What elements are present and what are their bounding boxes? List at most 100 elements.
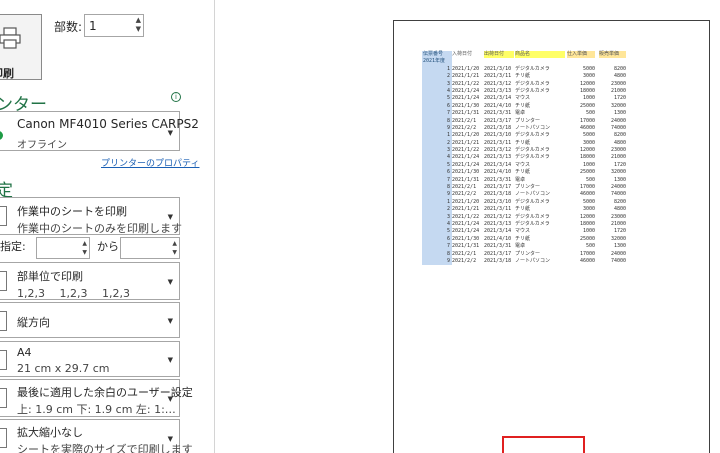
table-cell: 500: [585, 176, 595, 183]
table-cell: 2021/3/13: [484, 87, 512, 94]
table-cell: 2021/1/20: [452, 132, 480, 139]
table-row: 8 2021/2/1 2021/3/17 プリンター 17000 24000: [422, 184, 627, 192]
table-cell: 9: [422, 191, 452, 199]
table-row: 7 2021/1/31 2021/3/31 電卓 500 1300: [422, 110, 627, 118]
table-cell: 2021/1/24: [452, 87, 480, 94]
table-cell: 5: [422, 228, 452, 236]
table-cell: 2021/1/20: [452, 198, 480, 205]
info-icon[interactable]: i: [171, 92, 181, 102]
table-cell: 74000: [610, 257, 626, 264]
paper-size-dropdown[interactable]: A4 21 cm x 29.7 cm ▼: [0, 341, 180, 377]
print-scope-desc: 作業中のシートのみを印刷します: [17, 222, 182, 235]
table-cell: 2021/3/11: [484, 73, 512, 80]
table-cell: 74000: [610, 124, 626, 131]
table-cell: 2021/1/30: [452, 235, 480, 242]
table-row: 1 2021/1/20 2021/3/10 デジタルカメラ 5000 8200: [422, 132, 627, 140]
table-cell: 5: [422, 95, 452, 103]
table-row: 4 2021/1/24 2021/3/13 デジタルカメラ 18000 21000: [422, 154, 627, 162]
table-cell: マウス: [515, 95, 531, 102]
table-cell: 12000: [579, 80, 595, 87]
page-from-input[interactable]: ▲ ▼: [36, 237, 90, 259]
orientation-title: 縦方向: [17, 316, 50, 329]
table-cell: 1720: [613, 161, 626, 168]
table-cell: 4: [422, 154, 452, 162]
table-cell: 3: [422, 147, 452, 155]
table-cell: 17000: [579, 184, 595, 191]
printer-icon: [0, 27, 21, 49]
table-cell: 2021/3/18: [484, 124, 512, 131]
table-cell: 電卓: [515, 176, 526, 183]
table-cell: 2021/1/31: [452, 243, 480, 250]
table-cell: 2021/3/17: [484, 117, 512, 124]
table-cell: デジタルカメラ: [515, 80, 550, 87]
collate-desc: 1,2,3 1,2,3 1,2,3: [17, 287, 130, 300]
table-cell: 5: [422, 161, 452, 170]
preview-year-row: 2021年度: [422, 58, 627, 66]
chevron-down-icon: ▼: [167, 317, 173, 325]
pages-to-label: から: [97, 240, 119, 253]
copies-spinner[interactable]: ▲ ▼: [136, 16, 141, 34]
table-cell: 2021/3/31: [484, 243, 512, 250]
table-cell: デジタルカメラ: [515, 154, 550, 161]
table-cell: 2021/1/21: [452, 73, 480, 80]
printer-status: オフライン: [17, 140, 67, 151]
scaling-icon: [0, 428, 7, 448]
table-cell: 23000: [610, 80, 626, 87]
table-cell: 1720: [613, 228, 626, 235]
table-cell: 23000: [610, 147, 626, 154]
table-cell: 25000: [579, 169, 595, 176]
scaling-dropdown[interactable]: 拡大縮小なし シートを実際のサイズで印刷します ▼: [0, 419, 193, 453]
page-to-input[interactable]: ▲ ▼: [120, 237, 180, 259]
table-cell: 2021/2/1: [452, 184, 477, 191]
printer-dropdown[interactable]: Canon MF4010 Series CARPS2 オフライン ▼: [0, 111, 199, 151]
margins-dropdown[interactable]: 最後に適用した余白のユーザー設定 上: 1.9 cm 下: 1.9 cm 左: …: [0, 379, 193, 417]
print-scope-dropdown[interactable]: 作業中のシートを印刷 作業中のシートのみを印刷します ▼: [0, 197, 182, 235]
scaling-desc: シートを実際のサイズで印刷します: [17, 443, 193, 453]
page-from-spinner[interactable]: ▲ ▼: [82, 239, 87, 257]
copies-input[interactable]: 1 ▲ ▼: [84, 14, 144, 37]
preview-table: 伝票番号 入荷日付 出荷日付 商品名 仕入単価 販売単価 2021年度 1 202…: [422, 51, 627, 266]
table-cell: 2021/1/20: [452, 65, 480, 72]
table-cell: 2021/1/22: [452, 80, 480, 87]
table-cell: 7: [422, 243, 452, 251]
table-cell: 21000: [610, 87, 626, 94]
orientation-dropdown[interactable]: 縦方向 ▼: [0, 302, 180, 338]
collate-dropdown[interactable]: 部単位で印刷 1,2,3 1,2,3 1,2,3 ▼: [0, 262, 180, 300]
table-cell: 5000: [582, 65, 595, 72]
table-cell: 46000: [579, 257, 595, 264]
table-cell: 1000: [582, 95, 595, 102]
table-row: 6 2021/1/30 2021/4/10 チリ紙 25000 32000: [422, 169, 627, 177]
table-cell: 2021/3/18: [484, 191, 512, 198]
table-cell: 5000: [582, 132, 595, 139]
table-cell: 2021/1/31: [452, 176, 480, 183]
table-cell: 23000: [610, 213, 626, 220]
table-cell: 2021/1/31: [452, 110, 480, 117]
header-cell: 商品名: [515, 51, 565, 59]
table-cell: 2021/3/14: [484, 228, 512, 235]
page-to-spinner[interactable]: ▲ ▼: [172, 239, 177, 257]
table-cell: チリ紙: [515, 139, 531, 146]
header-cell: 出荷日付: [484, 51, 514, 59]
copies-value: 1: [89, 19, 97, 33]
printer-properties-link[interactable]: プリンターのプロパティ: [101, 156, 199, 169]
table-cell: 2021/3/12: [484, 80, 512, 87]
header-cell: 販売単価: [599, 51, 626, 59]
table-cell: 24000: [610, 184, 626, 191]
table-row: 7 2021/1/31 2021/3/31 電卓 500 1300: [422, 243, 627, 251]
table-cell: 24000: [610, 250, 626, 257]
paper-size-title: A4: [17, 346, 32, 359]
table-cell: 32000: [610, 169, 626, 176]
print-button[interactable]: 印刷: [0, 14, 42, 80]
table-cell: 2021/1/24: [452, 161, 480, 168]
table-cell: 1: [422, 132, 452, 140]
table-row: 5 2021/1/24 2021/3/14 マウス 1000 1720: [422, 228, 627, 236]
print-button-label: 印刷: [0, 67, 14, 80]
table-cell: 5000: [582, 198, 595, 205]
table-cell: 3000: [582, 73, 595, 80]
year-cell: 2021年度: [422, 58, 452, 66]
table-row: 8 2021/2/1 2021/3/17 プリンター 17000 24000: [422, 117, 627, 125]
table-cell: 1720: [613, 95, 626, 102]
table-cell: 2021/3/12: [484, 213, 512, 220]
table-row: 7 2021/1/31 2021/3/31 電卓 500 1300: [422, 176, 627, 185]
chevron-down-icon: ▼: [167, 435, 173, 443]
